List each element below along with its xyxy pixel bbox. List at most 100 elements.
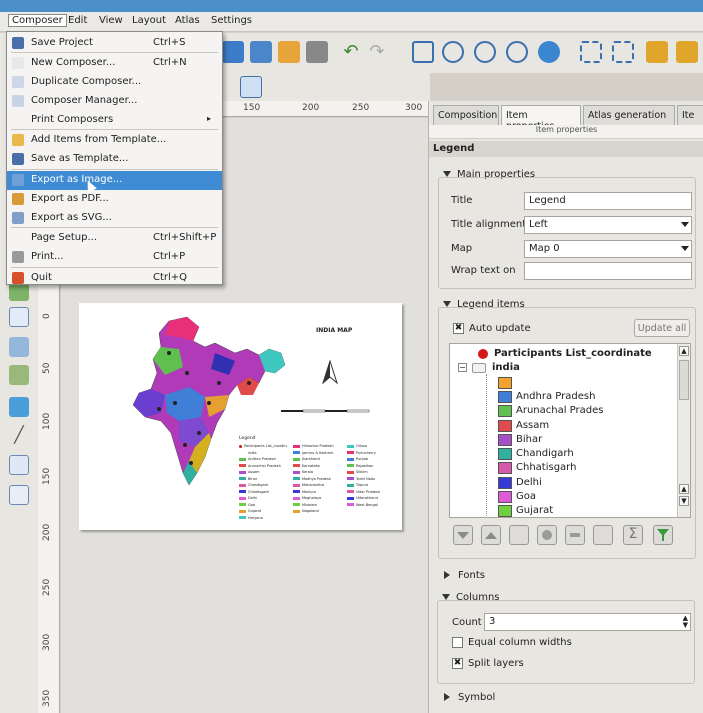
tab-atlas-generation[interactable]: Atlas generation xyxy=(583,105,675,125)
symbol-section-header[interactable]: Symbol xyxy=(444,692,495,703)
add-polygon-icon[interactable] xyxy=(9,397,29,417)
legend-entry-label: Maharashtra xyxy=(302,483,325,487)
fonts-section-header[interactable]: Fonts xyxy=(444,570,485,581)
update-all-button[interactable]: Update all xyxy=(634,319,690,337)
undo-icon[interactable]: ↶ xyxy=(340,41,362,63)
tree-category-label[interactable]: Goa xyxy=(516,491,536,502)
tree-category-label[interactable]: Gujarat xyxy=(516,505,553,516)
composition-page[interactable]: INDIA MAP Legend Participants List_coord… xyxy=(79,303,402,530)
print-toolbar-icon[interactable] xyxy=(306,41,328,63)
zoom-100-icon[interactable] xyxy=(442,41,464,63)
menu-settings[interactable]: Settings xyxy=(211,15,252,26)
legend-entry-label: Manipur xyxy=(302,489,317,494)
map-legend[interactable]: Legend Participants List_coordinateindia… xyxy=(239,436,397,522)
atlas-preview-icon[interactable] xyxy=(240,76,262,98)
add-legend-icon[interactable] xyxy=(9,337,29,357)
export-pdf-toolbar-icon[interactable] xyxy=(278,41,300,63)
menu-item-composer-manager[interactable]: Composer Manager... xyxy=(7,92,222,111)
count-features-icon[interactable]: Σ xyxy=(623,525,643,545)
auto-update-checkbox[interactable]: ✖ xyxy=(453,323,464,334)
tree-category-label[interactable]: Chandigarh xyxy=(516,448,574,459)
north-arrow-icon[interactable] xyxy=(321,359,339,387)
legend-entry-label: Mizoram xyxy=(302,502,317,507)
unlock-icon[interactable] xyxy=(676,41,698,63)
zoom-in-icon[interactable] xyxy=(474,41,496,63)
legend-swatch xyxy=(347,457,354,461)
tree-category-label[interactable]: Delhi xyxy=(516,477,542,488)
remove-item-icon[interactable] xyxy=(565,525,585,545)
zoom-out-icon[interactable] xyxy=(506,41,528,63)
wrap-text-input[interactable] xyxy=(524,262,692,280)
add-group-icon[interactable] xyxy=(509,525,529,545)
add-scalebar-icon[interactable] xyxy=(9,365,29,385)
add-table-icon[interactable] xyxy=(9,455,29,475)
scroll-up-icon[interactable]: ▲ xyxy=(679,346,689,356)
legend-swatch xyxy=(293,457,300,461)
count-spinbox[interactable]: 3 ▲ ▼ xyxy=(484,613,691,631)
tab-item-properties[interactable]: Item properties xyxy=(501,105,581,132)
tree-category-label[interactable]: Bihar xyxy=(516,434,542,445)
legend-swatch xyxy=(347,451,354,454)
add-html-icon[interactable] xyxy=(9,485,29,505)
tree-category-label[interactable]: Assam xyxy=(516,420,549,431)
menu-layout[interactable]: Layout xyxy=(132,15,166,26)
tree-layer-label[interactable]: Participants List_coordinate xyxy=(494,348,652,359)
redo-icon[interactable]: ↷ xyxy=(366,41,388,63)
move-up-icon[interactable] xyxy=(481,525,501,545)
menu-item-quit[interactable]: Quit Ctrl+Q xyxy=(7,269,222,288)
menu-view[interactable]: View xyxy=(99,15,123,26)
legend-items-tree[interactable]: ▲ ▲ ▼ Participants List_coordinate − india… xyxy=(449,343,691,518)
scale-bar[interactable] xyxy=(279,407,379,417)
refresh-icon[interactable] xyxy=(538,41,560,63)
menu-item-shortcut: Ctrl+S xyxy=(153,37,186,48)
split-layers-checkbox[interactable]: ✖ xyxy=(452,658,463,669)
collapse-node-icon[interactable]: − xyxy=(458,363,467,373)
export-image-toolbar-icon[interactable] xyxy=(222,41,244,63)
menu-item-new-composer[interactable]: New Composer... Ctrl+N xyxy=(7,54,222,73)
tree-category-label[interactable]: Chhatisgarh xyxy=(516,462,576,473)
menu-item-print-composers[interactable]: Print Composers ▸ xyxy=(7,111,222,130)
tree-category-label[interactable]: Arunachal Prades xyxy=(516,405,603,416)
title-input[interactable]: Legend xyxy=(524,192,692,210)
legend-entry-label: Tripura xyxy=(356,483,369,487)
menu-item-print[interactable]: Print... Ctrl+P xyxy=(7,248,222,267)
map-select[interactable]: Map 0 xyxy=(524,240,692,258)
spin-arrows-icon[interactable]: ▲ ▼ xyxy=(683,615,688,629)
scroll-down-icon[interactable]: ▼ xyxy=(679,496,689,506)
menu-item-label: Duplicate Composer... xyxy=(31,76,142,87)
menu-item-export-as-image[interactable]: Export as Image... xyxy=(7,171,222,190)
menu-item-export-as-pdf[interactable]: Export as PDF... xyxy=(7,190,222,209)
menu-composer[interactable]: Composer xyxy=(8,14,67,27)
menu-atlas[interactable]: Atlas xyxy=(175,15,200,26)
tree-layer-label[interactable]: india xyxy=(492,362,520,373)
menu-item-page-setup[interactable]: Page Setup... Ctrl+Shift+P xyxy=(7,229,222,248)
add-item-icon[interactable] xyxy=(537,525,557,545)
title-alignment-select[interactable]: Left xyxy=(524,216,692,234)
zoom-full-icon[interactable] xyxy=(412,41,434,63)
scroll-up-icon[interactable]: ▲ xyxy=(679,484,689,494)
lock-icon[interactable] xyxy=(646,41,668,63)
menu-item-save-as-template[interactable]: Save as Template... xyxy=(7,150,222,169)
map-legend-entry: Himachal Pradesh xyxy=(293,444,341,449)
add-arrow-icon[interactable]: ╱ xyxy=(9,425,29,445)
legend-entry-label: Participants List_coordinate xyxy=(244,444,287,448)
scroll-thumb[interactable] xyxy=(679,360,689,400)
move-down-icon[interactable] xyxy=(453,525,473,545)
select-all-icon[interactable] xyxy=(612,41,634,63)
filter-icon[interactable] xyxy=(653,525,673,545)
menu-item-export-as-svg[interactable]: Export as SVG... xyxy=(7,209,222,228)
tree-category-label[interactable]: Andhra Pradesh xyxy=(516,391,595,402)
add-label-icon[interactable] xyxy=(9,307,29,327)
menu-edit[interactable]: Edit xyxy=(68,15,87,26)
menu-item-save-project[interactable]: Save Project Ctrl+S xyxy=(7,34,222,53)
select-icon[interactable] xyxy=(580,41,602,63)
export-svg-toolbar-icon[interactable] xyxy=(250,41,272,63)
tab-composition[interactable]: Composition xyxy=(433,105,499,125)
menu-item-duplicate-composer[interactable]: Duplicate Composer... xyxy=(7,73,222,92)
menu-item-add-items-from-template[interactable]: Add Items from Template... xyxy=(7,131,222,150)
edit-item-icon[interactable] xyxy=(593,525,613,545)
tree-scrollbar[interactable]: ▲ ▲ ▼ xyxy=(677,344,690,517)
tab-items[interactable]: Ite xyxy=(677,105,703,125)
map-title[interactable]: INDIA MAP xyxy=(316,327,352,334)
equal-column-widths-checkbox[interactable] xyxy=(452,637,463,648)
